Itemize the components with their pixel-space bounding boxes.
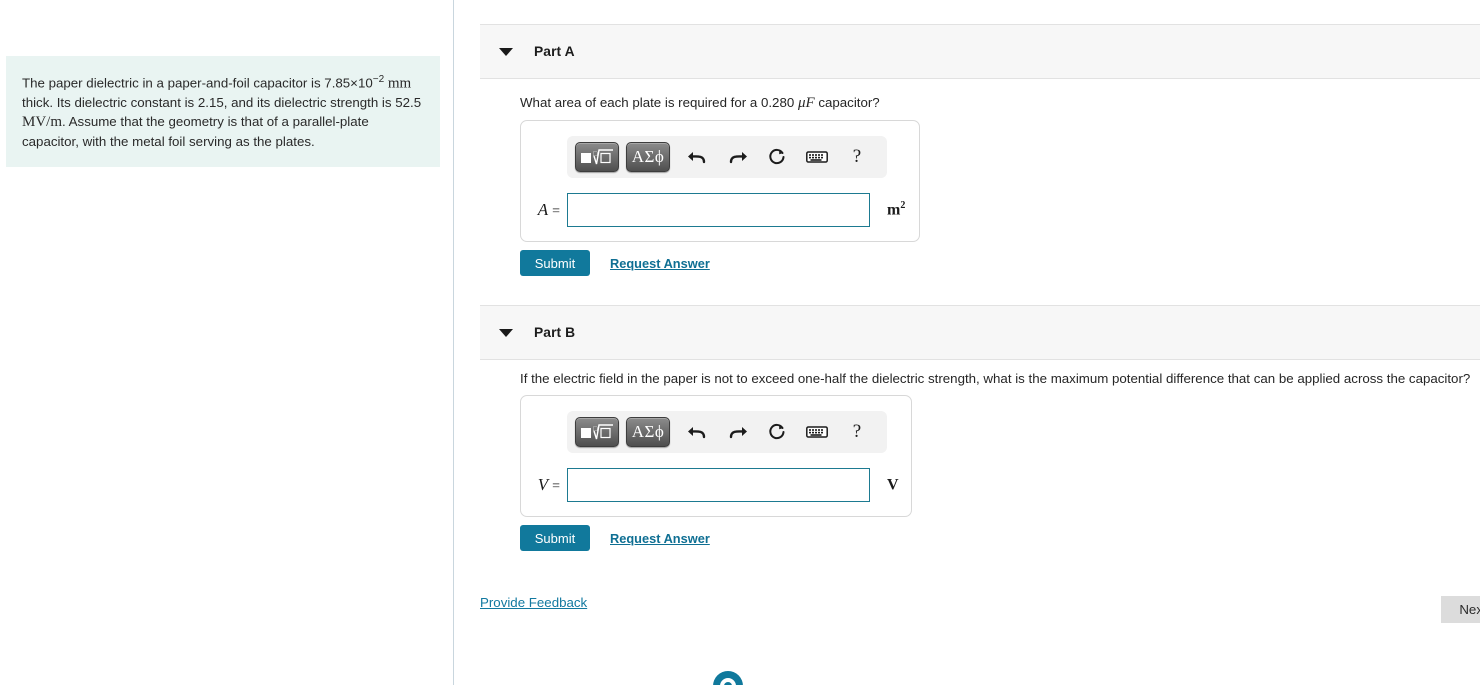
submit-row-a: Submit Request Answer (520, 250, 710, 276)
answer-row-a: A = m2 (521, 193, 919, 227)
thickness-exponent: −2 (372, 74, 385, 85)
answer-widget-a: □ ΑΣϕ ? A = m2 (520, 120, 920, 242)
submit-button-a[interactable]: Submit (520, 250, 590, 276)
answer-pane: Part A What area of each plate is requir… (455, 0, 1480, 685)
answer-input-b[interactable] (567, 468, 870, 502)
undo-icon-b[interactable] (681, 417, 713, 447)
part-header-b[interactable]: Part B (480, 305, 1480, 360)
help-icon-b[interactable]: ? (841, 417, 873, 447)
answer-unit-a: m2 (887, 200, 906, 219)
dielectric-strength-unit: MV/m (22, 114, 63, 131)
math-template-button-a[interactable]: □ (575, 142, 619, 172)
question-a-value: 0.280 (760, 95, 795, 110)
problem-text-part2: thick. Its dielectric constant is 2.15, … (22, 95, 422, 111)
reset-icon-a[interactable] (761, 142, 793, 172)
problem-text-part3: . Assume that the geometry is that of a … (22, 114, 369, 150)
request-answer-link-b[interactable]: Request Answer (610, 531, 710, 546)
question-a-pre: What area of each plate is required for … (520, 95, 761, 110)
next-button[interactable]: Next (1441, 596, 1480, 623)
request-answer-link-a[interactable]: Request Answer (610, 256, 710, 271)
question-a-unit: μF (797, 95, 815, 111)
variable-label-b: V = (537, 475, 560, 494)
answer-unit-b: V (887, 476, 899, 494)
submit-row-b: Submit Request Answer (520, 525, 710, 551)
chevron-down-icon[interactable] (499, 328, 513, 337)
greek-letters-button-b[interactable]: ΑΣϕ (626, 417, 670, 447)
question-a-post: capacitor? (814, 95, 880, 110)
problem-statement-box: The paper dielectric in a paper-and-foil… (6, 56, 440, 168)
thickness-unit: mm (387, 75, 412, 92)
math-toolbar-b: □ ΑΣϕ ? (567, 411, 887, 453)
question-text-a: What area of each plate is required for … (520, 95, 880, 112)
answer-widget-b: □ ΑΣϕ ? V = V (520, 395, 912, 517)
answer-row-b: V = V (521, 468, 911, 502)
redo-icon-a[interactable] (721, 142, 753, 172)
thickness-value: 7.85×10 (324, 75, 373, 91)
submit-button-b[interactable]: Submit (520, 525, 590, 551)
question-b-pre: If the electric field in the paper is no… (520, 371, 1471, 386)
reset-icon-b[interactable] (761, 417, 793, 447)
part-title-a: Part A (534, 44, 575, 59)
undo-icon-a[interactable] (681, 142, 713, 172)
problem-statement-pane: The paper dielectric in a paper-and-foil… (0, 0, 454, 685)
keyboard-icon-b[interactable] (801, 417, 833, 447)
answer-input-a[interactable] (567, 193, 870, 227)
math-template-button-b[interactable]: □ (575, 417, 619, 447)
chevron-down-icon[interactable] (499, 47, 513, 56)
provide-feedback-link[interactable]: Provide Feedback (480, 595, 587, 610)
question-text-b: If the electric field in the paper is no… (520, 371, 1470, 386)
greek-letters-button-a[interactable]: ΑΣϕ (626, 142, 670, 172)
help-icon-a[interactable]: ? (841, 142, 873, 172)
mastering-physics-problem-page: The paper dielectric in a paper-and-foil… (0, 0, 1480, 685)
redo-icon-b[interactable] (721, 417, 753, 447)
part-header-a[interactable]: Part A (480, 24, 1480, 79)
keyboard-icon-a[interactable] (801, 142, 833, 172)
problem-text-part1: The paper dielectric in a paper-and-foil… (22, 75, 325, 91)
math-toolbar-a: □ ΑΣϕ ? (567, 136, 887, 178)
part-title-b: Part B (534, 325, 576, 340)
variable-label-a: A = (537, 200, 560, 219)
